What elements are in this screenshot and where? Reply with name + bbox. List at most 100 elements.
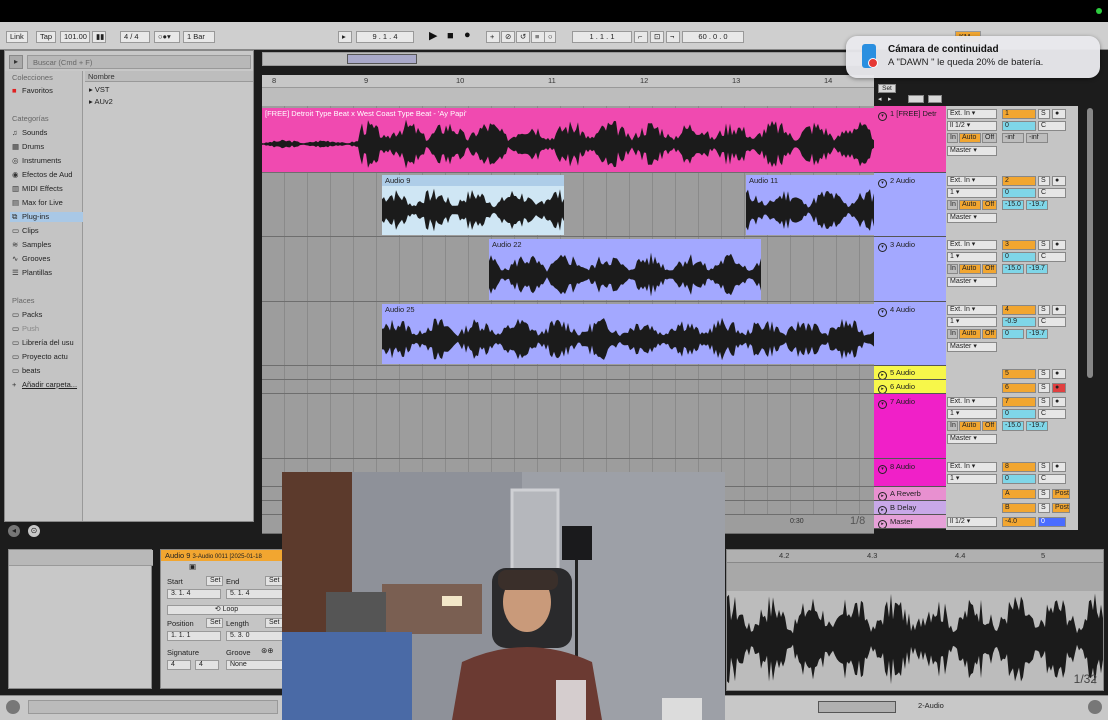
peak-left[interactable]: -15.0 <box>1002 264 1024 274</box>
volume-field[interactable]: 0 <box>1002 121 1036 131</box>
track-activator-button[interactable]: 7 <box>1002 397 1036 407</box>
track-lane-1[interactable]: [FREE] Detroit Type Beat x West Coast Ty… <box>262 106 874 173</box>
input-channel-select[interactable]: 1 ▾ <box>947 409 997 419</box>
loop-start-field[interactable]: 1 . 1 . 1 <box>572 31 632 43</box>
vertical-scrollbar[interactable] <box>1087 108 1093 378</box>
arm-button[interactable]: ● <box>1052 397 1066 407</box>
groove-select[interactable]: None <box>226 660 283 670</box>
arrangement-position-icon[interactable]: ▸ <box>338 31 352 43</box>
sample-editor[interactable]: 4.2 4.3 4.4 5 1/32 <box>726 549 1104 691</box>
track-header-2[interactable]: ▾ 2 Audio <box>874 173 946 237</box>
output-select[interactable]: Master ▾ <box>947 213 997 223</box>
output-select[interactable]: Master ▾ <box>947 146 997 156</box>
track-activator-button[interactable]: 8 <box>1002 462 1036 472</box>
master-volume-field[interactable]: -4.0 <box>1002 517 1036 527</box>
input-channel-select[interactable]: 1 ▾ <box>947 474 997 484</box>
end-field[interactable]: 5. 1. 4 <box>226 589 283 599</box>
monitor-in-button[interactable]: In <box>947 421 958 431</box>
track-activator-button[interactable]: 2 <box>1002 176 1036 186</box>
link-button[interactable]: Link <box>6 31 28 43</box>
input-channel-select[interactable]: ll 1/2 ▾ <box>947 121 997 131</box>
record-icon[interactable]: ● <box>461 30 474 42</box>
monitor-auto-button[interactable]: Auto <box>959 329 981 339</box>
master-header[interactable]: ▸ Master <box>874 515 946 529</box>
track-activator-button[interactable]: 3 <box>1002 240 1036 250</box>
play-icon[interactable]: ▶ <box>426 31 440 43</box>
track-header-1[interactable]: ▾ 1 [FREE] Detr <box>874 106 946 173</box>
pan-field[interactable]: C <box>1038 317 1066 327</box>
view-switch-icons[interactable] <box>954 700 1084 714</box>
locator-strip[interactable] <box>262 88 874 106</box>
length-set-button[interactable]: Set <box>265 618 283 628</box>
clip-free-detroit[interactable]: [FREE] Detroit Type Beat x West Coast Ty… <box>262 108 874 172</box>
arm-button[interactable]: ● <box>1052 383 1066 393</box>
peak-right[interactable]: -19.7 <box>1026 421 1048 431</box>
groove-hot-swap-icon[interactable]: ⊛⊕ <box>261 646 274 655</box>
next-locator-icon[interactable]: ▸ <box>888 95 892 103</box>
track-header-7[interactable]: ▾ 7 Audio <box>874 394 946 459</box>
peak-left[interactable]: -inf <box>1002 133 1024 143</box>
sidebar-item-add-folder[interactable]: + Añadir carpeta... <box>12 380 82 389</box>
volume-field[interactable]: 0 <box>1002 409 1036 419</box>
monitor-auto-button[interactable]: Auto <box>959 133 981 143</box>
return-activator-button[interactable]: B <box>1002 503 1036 513</box>
solo-button[interactable]: S <box>1038 489 1050 499</box>
sidebar-item-clips[interactable]: ▭ Clips <box>12 226 82 235</box>
pan-field[interactable]: C <box>1038 409 1066 419</box>
track-activator-button[interactable]: 5 <box>1002 369 1036 379</box>
signature-field[interactable]: 4 / 4 <box>120 31 150 43</box>
volume-field[interactable]: -0.9 <box>1002 317 1036 327</box>
peak-right[interactable]: -19.7 <box>1026 264 1048 274</box>
track-activator-button[interactable]: 1 <box>1002 109 1036 119</box>
track-header-6[interactable]: ▸ 6 Audio <box>874 380 946 394</box>
track-lane-4[interactable]: Audio 25 <box>262 302 874 366</box>
track-header-3[interactable]: ▾ 3 Audio <box>874 237 946 302</box>
sidebar-item-audio-effects[interactable]: ◉ Efectos de Aud <box>12 170 82 179</box>
overview-viewport[interactable] <box>347 54 417 64</box>
track-lane-3[interactable]: Audio 22 <box>262 237 874 302</box>
volume-field[interactable]: 0 <box>1002 188 1036 198</box>
master-channel-select[interactable]: ll 1/2 ▾ <box>947 517 997 527</box>
solo-button[interactable]: S <box>1038 369 1050 379</box>
solo-button[interactable]: S <box>1038 462 1050 472</box>
peak-right[interactable]: -19.7 <box>1026 200 1048 210</box>
monitor-off-button[interactable]: Off <box>982 200 997 210</box>
pan-field[interactable]: C <box>1038 474 1066 484</box>
input-type-select[interactable]: Ext. In ▾ <box>947 462 997 472</box>
signature-denominator[interactable]: 4 <box>195 660 219 670</box>
input-type-select[interactable]: Ext. In ▾ <box>947 397 997 407</box>
signature-numerator[interactable]: 4 <box>167 660 191 670</box>
sidebar-item-sounds[interactable]: ♫ Sounds <box>12 128 82 137</box>
fold-icon[interactable]: ▸ <box>878 520 887 528</box>
sidebar-item-max-for-live[interactable]: ▤ Max for Live <box>12 198 82 207</box>
output-select[interactable]: Master ▾ <box>947 342 997 352</box>
sidebar-item-midi-effects[interactable]: ▥ MIDI Effects <box>12 184 82 193</box>
fold-icon[interactable]: ▸ <box>878 371 887 379</box>
input-type-select[interactable]: Ext. In ▾ <box>947 240 997 250</box>
fold-icon[interactable]: ▾ <box>878 112 887 121</box>
master-pan-field[interactable]: 0 <box>1038 517 1066 527</box>
sidebar-item-drums[interactable]: ▦ Drums <box>12 142 82 151</box>
stop-icon[interactable]: ■ <box>444 31 457 43</box>
song-position-field[interactable]: 9 . 1 . 4 <box>356 31 414 43</box>
arrangement-view[interactable]: [FREE] Detroit Type Beat x West Coast Ty… <box>262 106 874 534</box>
arm-button[interactable]: ● <box>1052 240 1066 250</box>
monitor-in-button[interactable]: In <box>947 264 958 274</box>
start-set-button[interactable]: Set <box>206 576 223 586</box>
pre-post-button[interactable]: Post <box>1052 489 1070 499</box>
output-select[interactable]: Master ▾ <box>947 277 997 287</box>
solo-button[interactable]: S <box>1038 383 1050 393</box>
track-lane-2[interactable]: Audio 9 Audio 11 <box>262 173 874 237</box>
sidebar-item-samples[interactable]: ≋ Samples <box>12 240 82 249</box>
sidebar-item-instruments[interactable]: ◎ Instruments <box>12 156 82 165</box>
tempo-field[interactable]: 101.00 <box>60 31 90 43</box>
overdub-icon[interactable]: + <box>486 31 500 43</box>
list-item[interactable]: ▸ AUv2 <box>85 97 253 106</box>
pan-field[interactable]: C <box>1038 121 1066 131</box>
clip-audio-9[interactable]: Audio 9 <box>382 175 564 235</box>
peak-right[interactable]: -inf <box>1026 133 1048 143</box>
position-field[interactable]: 1. 1. 1 <box>167 631 221 641</box>
warp-marker-strip[interactable] <box>727 563 1103 591</box>
fold-icon[interactable]: ▸ <box>878 506 887 514</box>
browser-toggle-icon[interactable]: ▸ <box>9 55 23 69</box>
